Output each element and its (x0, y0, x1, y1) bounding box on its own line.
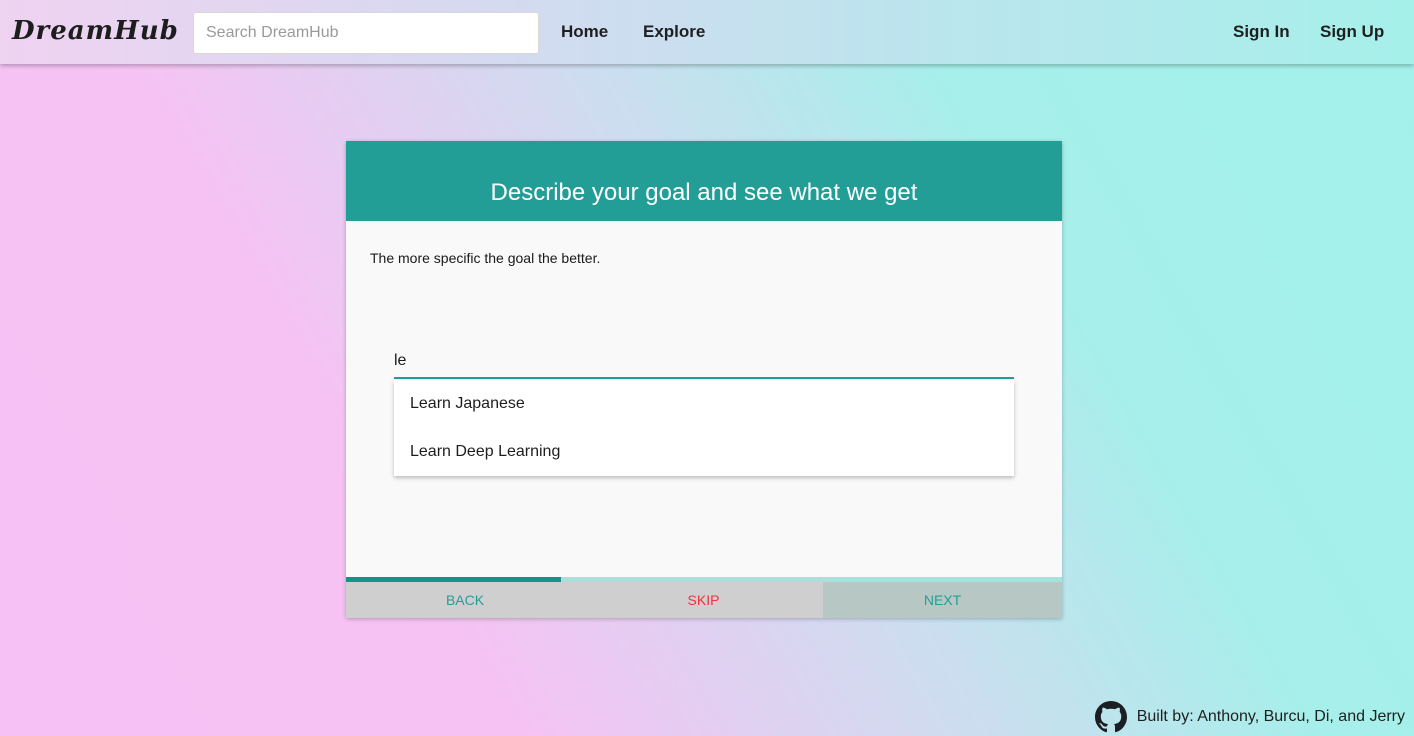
wizard-actions: BACK SKIP NEXT (346, 582, 1062, 618)
suggestion-item[interactable]: Learn Deep Learning (394, 428, 1014, 476)
search-input[interactable] (193, 12, 539, 54)
skip-button[interactable]: SKIP (584, 582, 823, 618)
nav-link-explore[interactable]: Explore (643, 22, 705, 42)
github-icon[interactable] (1094, 701, 1127, 733)
top-navbar: DreamHub Home Explore Sign In Sign Up (0, 0, 1414, 64)
brand-logo[interactable]: DreamHub (12, 16, 179, 46)
sign-in-link[interactable]: Sign In (1233, 22, 1290, 42)
goal-wizard-card: Describe your goal and see what we get T… (346, 141, 1062, 618)
footer-credits: Built by: Anthony, Burcu, Di, and Jerry (1094, 700, 1405, 734)
goal-hint-text: The more specific the goal the better. (370, 250, 601, 266)
sign-up-link[interactable]: Sign Up (1320, 22, 1384, 42)
card-title: Describe your goal and see what we get (490, 179, 918, 206)
goal-input[interactable] (394, 349, 1014, 379)
nav-link-home[interactable]: Home (561, 22, 608, 42)
card-header: Describe your goal and see what we get (346, 141, 1062, 221)
suggestion-item[interactable]: Learn Japanese (394, 380, 1014, 428)
back-button[interactable]: BACK (346, 582, 584, 618)
footer-text: Built by: Anthony, Burcu, Di, and Jerry (1136, 708, 1405, 725)
next-button[interactable]: NEXT (823, 582, 1062, 618)
autocomplete-dropdown: Learn Japanese Learn Deep Learning (394, 380, 1014, 476)
